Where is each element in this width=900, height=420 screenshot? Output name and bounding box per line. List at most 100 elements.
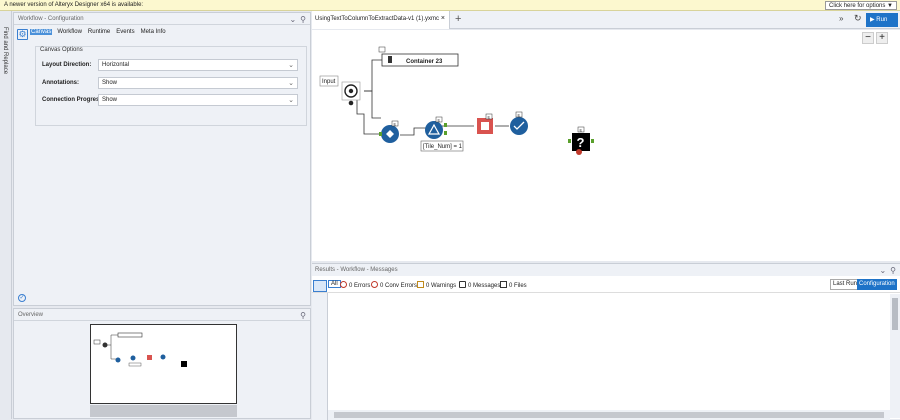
filter-messages[interactable]: 0 Messages (459, 281, 500, 289)
history-icon[interactable]: ↻ (854, 13, 862, 24)
results-filter-bar: All 0 Errors 0 Conv Errors 0 Warnings 0 … (312, 277, 900, 293)
minimap-tool (115, 357, 121, 363)
gear-icon[interactable]: ⚙ (17, 29, 28, 40)
tool-badge: E (438, 117, 441, 122)
connection-line (364, 59, 382, 92)
tab-events[interactable]: Events (115, 29, 135, 35)
minimap-graphic (93, 332, 187, 367)
tool-badge: E (488, 114, 491, 119)
workflow-canvas[interactable]: − + Input Container 23 E E [Tile_Num] = … (312, 30, 900, 261)
filter-conv-errors[interactable]: 0 Conv Errors (371, 281, 417, 289)
workflow-tab-label: UsingTextToColumnToExtractData-v1 (1).yx… (315, 16, 440, 22)
annotations-row: Annotations: Show ⌄ (42, 77, 304, 89)
more-button[interactable]: » (839, 14, 843, 23)
tab-workflow[interactable]: Workflow (56, 29, 83, 35)
run-label: Run (876, 17, 888, 23)
tab-meta-info[interactable]: Meta Info (140, 29, 167, 35)
filter-messages-label: 0 Messages (468, 283, 501, 289)
conv-error-icon (371, 281, 378, 288)
overview-minimap[interactable] (90, 324, 237, 404)
left-tool-strip: Find and Replace (0, 11, 12, 419)
filter-annotation: [Tile_Num] = 1 (423, 144, 463, 150)
document-tab-bar: UsingTextToColumnToExtractData-v1 (1).yx… (312, 11, 900, 29)
connection-progress-row: Connection Progress: Show ⌄ (42, 94, 304, 106)
input-label: Input (322, 79, 336, 85)
pin-icon[interactable]: ⚲ (890, 266, 896, 275)
results-vertical-scrollbar[interactable] (890, 294, 900, 418)
tool-badge: E (518, 112, 521, 117)
overview-scrollbar[interactable] (90, 405, 237, 417)
minimap-input (93, 339, 101, 345)
minimap-unknown (181, 361, 187, 367)
layout-direction-select[interactable]: Horizontal ⌄ (98, 59, 298, 71)
results-panel: Results - Workflow - Messages ⌄ ⚲ All 0 E… (312, 263, 900, 420)
layout-direction-value: Horizontal (102, 62, 130, 68)
container-toggle[interactable] (388, 56, 392, 63)
last-run-button[interactable]: Last Run (830, 279, 861, 290)
question-mark-icon: ? (577, 135, 585, 150)
tool-badge: E (580, 127, 583, 132)
scroll-thumb[interactable] (334, 412, 884, 418)
container-label: Container 23 (406, 59, 443, 65)
add-tab-icon[interactable]: + (455, 13, 461, 25)
update-notification-text: A newer version of Alteryx Designer x64 … (4, 2, 144, 8)
message-icon (459, 281, 466, 288)
filter-conv-errors-label: 0 Conv Errors (380, 283, 418, 289)
annotations-select[interactable]: Show ⌄ (98, 77, 298, 89)
filter-all[interactable]: All (328, 280, 341, 288)
connection-progress-select[interactable]: Show ⌄ (98, 94, 298, 106)
close-icon[interactable]: × (441, 15, 445, 22)
filter-files[interactable]: 0 Files (500, 281, 527, 289)
filter-tool[interactable] (425, 121, 443, 139)
configuration-panel: Workflow - Configuration ⌄ ⚲ ⚙ Canvas Work… (13, 12, 311, 306)
filter-warnings[interactable]: 0 Warnings (417, 281, 456, 289)
annotations-label: Annotations: (42, 80, 79, 86)
results-header: Results - Workflow - Messages (312, 264, 900, 276)
connection-line (400, 127, 426, 136)
output-anchor (348, 100, 354, 106)
chevron-down-icon[interactable]: ⌄ (289, 15, 296, 24)
overview-panel: Overview ⚲ (13, 308, 311, 419)
workflow-tab[interactable]: UsingTextToColumnToExtractData-v1 (1).yx… (312, 11, 450, 29)
filter-errors-label: 0 Errors (349, 283, 371, 289)
find-replace-tab[interactable]: Find and Replace (2, 27, 8, 74)
results-title: Results - Workflow - Messages (315, 267, 398, 273)
warning-icon (417, 281, 424, 288)
file-icon (500, 281, 507, 288)
minimap-select (160, 354, 166, 360)
chevron-down-icon[interactable]: ⌄ (879, 266, 886, 275)
layout-direction-row: Layout Direction: Horizontal ⌄ (42, 59, 304, 71)
results-side-strip (312, 293, 328, 420)
check-icon[interactable]: ✓ (18, 294, 26, 302)
select-tool[interactable] (510, 117, 528, 135)
overview-title: Overview (18, 312, 44, 318)
connection-progress-value: Show (102, 97, 118, 103)
minimap-text-to-columns (147, 355, 152, 360)
tab-canvas[interactable]: Canvas (30, 29, 53, 35)
filter-errors[interactable]: 0 Errors (340, 281, 370, 289)
connection-line (364, 90, 381, 119)
pin-icon[interactable]: ⚲ (300, 15, 306, 24)
tool-badge: E (394, 121, 397, 126)
canvas-options-heading: Canvas Options (40, 47, 83, 53)
connection-progress-label: Connection Progress: (42, 97, 105, 103)
update-notification-bar: A newer version of Alteryx Designer x64 … (0, 0, 900, 11)
minimap-filter (130, 355, 136, 361)
configuration-panel-header: Workflow - Configuration (14, 13, 310, 25)
run-button[interactable]: ▶ Run (866, 13, 898, 27)
chevron-down-icon: ⌄ (288, 80, 294, 87)
config-tabs: Canvas Workflow Runtime Events Meta Info (30, 28, 171, 38)
workflow-graph: Input Container 23 E E [Tile_Num] = 1 E (319, 46, 594, 155)
panel-controls: ⌄ ⚲ (285, 15, 306, 24)
chevron-down-icon: ⌄ (288, 97, 294, 104)
annotations-value: Show (102, 80, 118, 86)
grid-view-icon[interactable] (313, 280, 327, 292)
pin-icon[interactable]: ⚲ (300, 311, 306, 320)
scroll-thumb[interactable] (892, 298, 898, 330)
configuration-button[interactable]: Configuration (857, 279, 897, 290)
overview-header: Overview (14, 309, 310, 321)
minimap-container (117, 332, 143, 338)
error-icon (340, 281, 347, 288)
tab-runtime[interactable]: Runtime (87, 29, 111, 35)
options-button[interactable]: Click here for options ▼ (825, 1, 897, 10)
